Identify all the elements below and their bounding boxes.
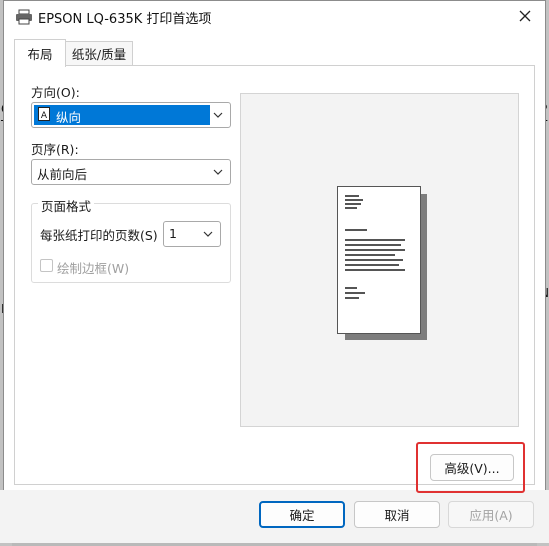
- preview-text-line: [345, 249, 405, 251]
- preview-text-line: [345, 195, 359, 197]
- preview-text-line: [345, 229, 367, 231]
- page-format-title: 页面格式: [38, 196, 95, 215]
- page-order-select[interactable]: 从前向后: [31, 159, 231, 185]
- orientation-value: 纵向: [56, 110, 82, 125]
- page-order-label: 页序(R):: [31, 142, 79, 157]
- svg-text:A: A: [41, 111, 48, 121]
- page-preview: [337, 186, 421, 334]
- apply-button[interactable]: 应用(A): [448, 501, 534, 528]
- close-icon: [519, 10, 531, 22]
- orientation-label: 方向(O):: [31, 85, 80, 100]
- preview-text-line: [345, 269, 405, 271]
- page-order-value: 从前向后: [37, 167, 88, 182]
- chevron-down-icon: [213, 112, 223, 118]
- close-button[interactable]: [511, 3, 539, 29]
- tab-paper-quality[interactable]: 纸张/质量: [65, 41, 133, 65]
- tab-layout[interactable]: 布局: [14, 39, 66, 67]
- preview-text-line: [345, 287, 357, 289]
- preview-text-line: [345, 259, 403, 261]
- ok-button[interactable]: 确定: [259, 501, 345, 528]
- pages-per-sheet-value: 1: [169, 226, 177, 241]
- cancel-button[interactable]: 取消: [354, 501, 440, 528]
- orientation-select[interactable]: A 纵向: [31, 102, 231, 128]
- chevron-down-icon: [213, 169, 223, 175]
- window-title: EPSON LQ-635K 打印首选项: [38, 12, 212, 27]
- preview-text-line: [345, 292, 365, 294]
- advanced-button[interactable]: 高级(V)...: [430, 454, 514, 481]
- orientation-selected: A 纵向: [34, 105, 210, 125]
- preview-text-line: [345, 264, 399, 266]
- printer-icon: [16, 9, 32, 25]
- preview-text-line: [345, 203, 361, 205]
- preview-text-line: [345, 297, 359, 299]
- portrait-page-icon: A: [38, 107, 50, 121]
- preview-text-line: [345, 207, 357, 209]
- title-bar: EPSON LQ-635K 打印首选项: [4, 1, 545, 33]
- pages-per-sheet-label: 每张纸打印的页数(S): [40, 228, 158, 243]
- preview-text-line: [345, 254, 395, 256]
- chevron-down-icon: [203, 231, 213, 237]
- pages-per-sheet-select[interactable]: 1: [163, 221, 221, 247]
- draw-borders-checkbox[interactable]: [40, 259, 53, 272]
- preview-text-line: [345, 239, 405, 241]
- preview-text-line: [345, 244, 401, 246]
- draw-borders-label: 绘制边框(W): [57, 261, 130, 276]
- preview-text-line: [345, 199, 363, 201]
